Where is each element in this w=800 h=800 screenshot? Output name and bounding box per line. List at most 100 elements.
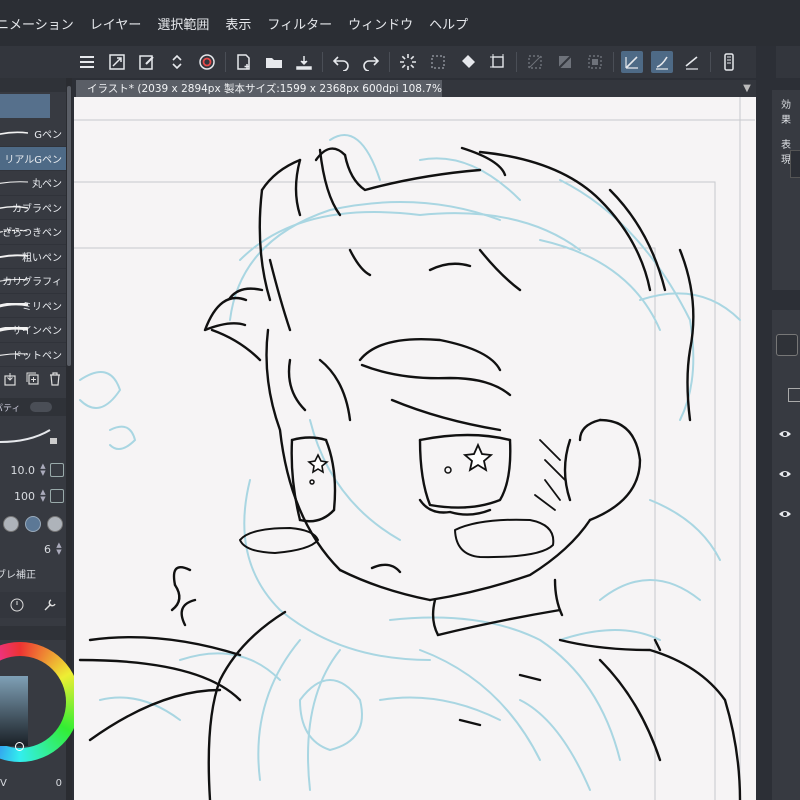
fill-icon[interactable] <box>457 51 479 73</box>
ruler-line-icon[interactable] <box>681 51 703 73</box>
menu-layer[interactable]: レイヤー <box>82 14 150 33</box>
scrollbar-thumb[interactable] <box>67 86 71 366</box>
wrench-icon[interactable] <box>43 598 57 612</box>
open-folder-icon[interactable] <box>263 51 285 73</box>
eye-icon[interactable] <box>778 504 792 517</box>
pressure-toggle-icon[interactable] <box>50 463 64 477</box>
menu-animation[interactable]: ニメーション <box>0 14 82 33</box>
brush-stroke-icon <box>0 181 28 184</box>
brush-stroke-icon <box>0 131 28 135</box>
swirl-icon[interactable] <box>196 51 218 73</box>
toolbar-divider <box>516 52 517 72</box>
brush-item[interactable]: 丸ペン <box>0 171 66 196</box>
brush-shape-options <box>0 512 66 536</box>
document-title: イラスト* (2039 x 2894px 製本サイズ:1599 x 2368px… <box>87 83 442 95</box>
gauge-icon[interactable] <box>10 598 24 612</box>
stabilization-spinner[interactable]: ▲ ▼ <box>55 542 63 556</box>
brush-item[interactable]: ドットペン <box>0 343 66 367</box>
resize-icon[interactable] <box>106 51 128 73</box>
sub-tool-group-selected[interactable] <box>0 94 50 118</box>
brush-size-row: 10.0 ▲ ▼ <box>0 459 66 481</box>
toolbar-divider <box>225 52 226 72</box>
shape-option-selected[interactable] <box>25 516 41 532</box>
menu-selection[interactable]: 選択範囲 <box>149 14 217 33</box>
opacity-row: 100 ▲ ▼ <box>0 485 66 507</box>
export-icon[interactable] <box>293 51 315 73</box>
deselect-icon[interactable] <box>524 51 546 73</box>
brush-label: リアルGペン <box>4 154 62 166</box>
toolbar-divider <box>322 52 323 72</box>
layer-folder-icon[interactable] <box>788 388 800 402</box>
brush-item[interactable]: Gペン <box>0 122 66 147</box>
star-highlight <box>307 453 329 474</box>
stabilization-value[interactable]: 6 <box>44 543 51 556</box>
updown-icon[interactable] <box>166 51 188 73</box>
brush-stroke-icon <box>0 327 28 332</box>
menu-window[interactable]: ウィンドウ <box>340 14 421 33</box>
duplicate-icon[interactable] <box>26 372 40 386</box>
document-tab[interactable]: イラスト* (2039 x 2894px 製本サイズ:1599 x 2368px… <box>76 80 442 97</box>
menu-icon[interactable] <box>76 51 98 73</box>
color-saturation-square[interactable] <box>0 676 28 746</box>
undo-icon[interactable] <box>330 51 352 73</box>
ruler-pen-icon[interactable] <box>621 51 643 73</box>
brush-stroke-icon <box>0 229 28 233</box>
sub-tool-actions <box>0 368 66 390</box>
menu-filter[interactable]: フィルター <box>259 14 340 33</box>
invert-select-icon[interactable] <box>554 51 576 73</box>
brush-stroke-icon <box>0 278 28 282</box>
property-footer <box>0 592 66 618</box>
color-panel-tabs[interactable] <box>0 626 66 640</box>
opacity-value[interactable]: 100 <box>14 490 35 503</box>
new-page-icon[interactable] <box>233 51 255 73</box>
import-icon[interactable] <box>4 372 18 386</box>
artwork <box>74 97 755 800</box>
opacity-pressure-icon[interactable] <box>50 489 64 503</box>
color-v-label: V <box>0 778 7 789</box>
eye-icon[interactable] <box>778 424 792 437</box>
selection-border-icon[interactable] <box>584 51 606 73</box>
property-toggle[interactable] <box>30 402 53 412</box>
loading-icon[interactable] <box>397 51 419 73</box>
menu-view[interactable]: 表示 <box>217 14 259 33</box>
shape-option[interactable] <box>47 516 63 532</box>
redo-icon[interactable] <box>360 51 382 73</box>
layer-thumbnail-icon[interactable] <box>776 334 798 356</box>
left-panel-header <box>0 46 72 78</box>
expression-dropdown[interactable] <box>790 150 800 178</box>
brush-size-value[interactable]: 10.0 <box>11 464 36 477</box>
phone-icon[interactable] <box>718 51 740 73</box>
eye-icon[interactable] <box>778 464 792 477</box>
pen-edit-icon[interactable] <box>136 51 158 73</box>
transform-icon[interactable] <box>487 51 509 73</box>
opacity-spinner[interactable]: ▲ ▼ <box>39 489 47 503</box>
star-highlight <box>462 442 494 472</box>
brush-label: Gペン <box>34 130 62 142</box>
brush-item[interactable]: ざらつきペン <box>0 220 66 245</box>
brush-item[interactable]: サインペン <box>0 318 66 343</box>
trash-icon[interactable] <box>48 372 62 386</box>
tab-menu-chevron-icon[interactable]: ▼ <box>740 80 754 97</box>
brush-label: ミリペン <box>22 301 62 313</box>
tab-bar <box>442 80 756 97</box>
brush-label: 丸ペン <box>32 179 62 191</box>
brush-item[interactable]: ミリペン <box>0 294 66 318</box>
brush-item[interactable]: カブラペン <box>0 196 66 220</box>
color-v-value: 0 <box>55 778 62 789</box>
ruler-brush-icon[interactable] <box>651 51 673 73</box>
shape-option[interactable] <box>3 516 19 532</box>
eye-sparkle <box>444 466 452 474</box>
brush-item-selected[interactable]: リアルGペン <box>0 146 66 171</box>
brush-size-spinner[interactable]: ▲ ▼ <box>39 463 47 477</box>
stabilization-row: 6 ▲ ▼ <box>0 538 66 560</box>
toolbar-divider <box>613 52 614 72</box>
lasso-icon[interactable] <box>427 51 449 73</box>
menu-help[interactable]: ヘルプ <box>421 14 476 33</box>
brush-item[interactable]: 粗いペン <box>0 245 66 269</box>
stabilization-label-wrap: ブレ補正 <box>0 566 66 581</box>
menu-bar: ニメーション レイヤー 選択範囲 表示 フィルター ウィンドウ ヘルプ <box>0 0 800 46</box>
toolbar-divider <box>710 52 711 72</box>
color-picker-handle[interactable] <box>15 742 24 751</box>
drawing-canvas[interactable] <box>74 97 756 800</box>
brush-item[interactable]: カリグラフィ <box>0 269 66 294</box>
